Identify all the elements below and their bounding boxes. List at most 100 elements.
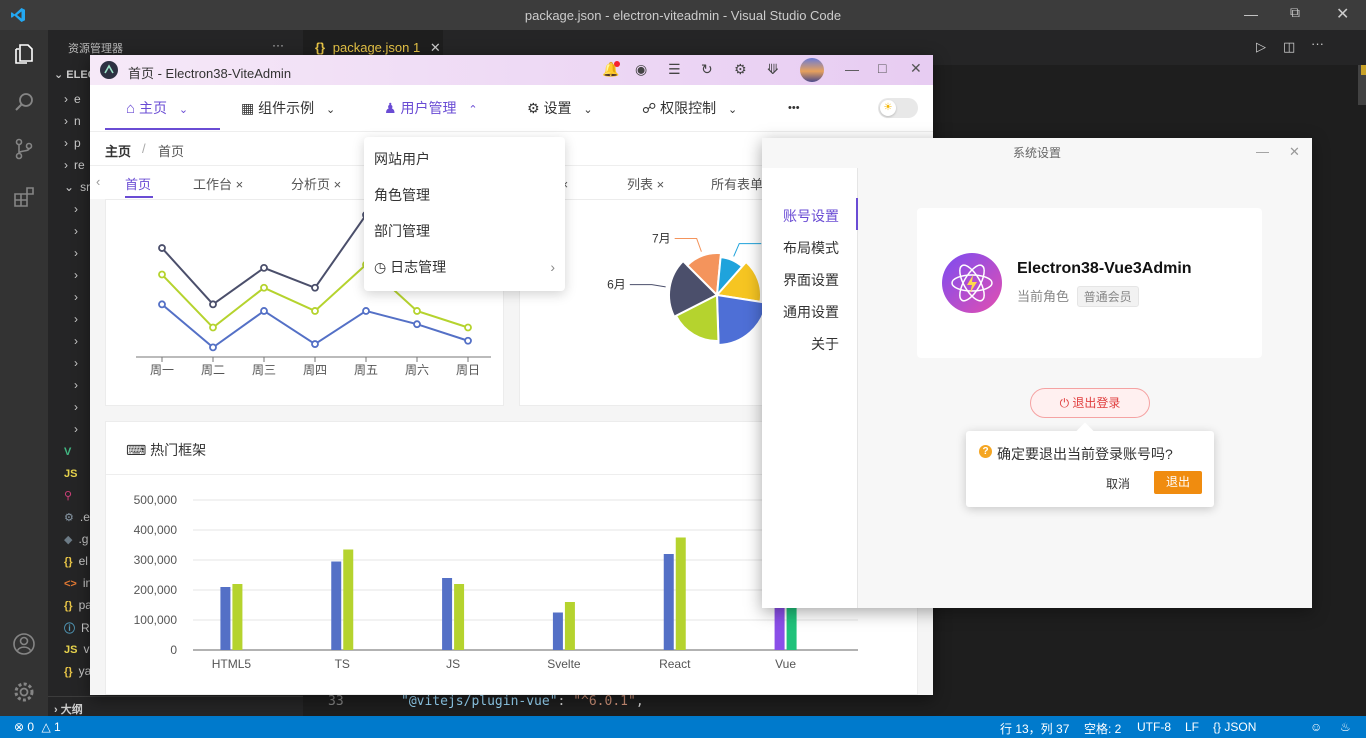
bar[interactable]: [663, 554, 674, 650]
run-icon[interactable]: ▷: [1256, 39, 1266, 55]
file-tree-item[interactable]: ›: [74, 422, 84, 436]
page-tab[interactable]: 工作台 ×: [193, 174, 243, 193]
file-tree-item[interactable]: JS vi: [64, 642, 92, 656]
settings-menu-about[interactable]: 关于: [811, 334, 839, 354]
cursor-position[interactable]: 行 13，列 37: [1000, 720, 1069, 737]
file-tree-item[interactable]: {} ya: [64, 664, 91, 678]
tab-close-icon[interactable]: ×: [653, 177, 665, 192]
indentation[interactable]: 空格: 2: [1084, 720, 1121, 737]
bar[interactable]: [552, 612, 563, 651]
line-point[interactable]: [362, 307, 370, 315]
bar[interactable]: [564, 602, 575, 650]
file-tree-item[interactable]: › p: [64, 136, 81, 150]
bar[interactable]: [675, 537, 686, 651]
editor-more-icon[interactable]: ···: [1311, 36, 1324, 51]
split-editor-icon[interactable]: ◫: [1283, 39, 1295, 55]
file-tree-item[interactable]: ›: [74, 312, 84, 326]
nav-components[interactable]: ▦ 组件示例 ⌄: [241, 85, 335, 131]
line-point[interactable]: [413, 320, 421, 329]
page-tab[interactable]: 分析页 ×: [291, 174, 341, 193]
settings-close-icon[interactable]: ✕: [1289, 144, 1300, 160]
page-tab[interactable]: 首页: [125, 174, 151, 193]
file-tree-item[interactable]: › n: [64, 114, 81, 128]
language-mode[interactable]: {} JSON: [1213, 720, 1256, 734]
settings-minimize-icon[interactable]: —: [1256, 144, 1269, 159]
problems-status[interactable]: ⊗ 0 △ 1: [14, 720, 61, 734]
refresh-icon[interactable]: ↻: [701, 61, 713, 78]
tab-close-icon[interactable]: ✕: [430, 40, 441, 55]
nav-more-icon[interactable]: •••: [788, 85, 800, 131]
explorer-files-icon[interactable]: [12, 42, 36, 66]
line-point[interactable]: [260, 307, 268, 315]
line-point[interactable]: [464, 336, 472, 345]
search-icon[interactable]: [12, 90, 36, 114]
globe-icon[interactable]: ◉: [635, 61, 647, 78]
restore-icon[interactable]: ⧉: [1290, 4, 1300, 21]
notifications-bell-icon[interactable]: ♨: [1340, 720, 1351, 734]
file-tree-item[interactable]: ›: [74, 334, 84, 348]
bar[interactable]: [442, 578, 453, 650]
bar[interactable]: [343, 549, 354, 651]
tab-close-icon[interactable]: ×: [330, 177, 342, 192]
outline-section[interactable]: › 大纲: [48, 696, 303, 716]
line-point[interactable]: [311, 283, 319, 292]
file-tree-item[interactable]: › re: [64, 158, 85, 172]
bar[interactable]: [331, 561, 342, 651]
confirm-cancel-button[interactable]: 取消: [1106, 475, 1130, 492]
settings-menu-account[interactable]: 账号设置: [783, 206, 839, 226]
file-tree-item[interactable]: ⚙ .e: [64, 510, 90, 524]
line-point[interactable]: [311, 307, 319, 315]
app-minimize-icon[interactable]: —: [845, 61, 859, 77]
menu-item-departments[interactable]: 部门管理: [374, 213, 430, 249]
file-tree-item[interactable]: ⌄ sr: [64, 180, 90, 194]
file-tree-item[interactable]: <> in: [64, 576, 92, 590]
line-point[interactable]: [464, 323, 472, 332]
tabs-scroll-left-icon[interactable]: ‹: [96, 174, 100, 189]
file-tree-item[interactable]: JS: [64, 466, 83, 480]
minimize-icon[interactable]: —: [1244, 6, 1258, 22]
nav-user-management[interactable]: ♟ 用户管理 ⌃: [384, 85, 478, 131]
extensions-icon[interactable]: [12, 185, 36, 209]
breadcrumb-home[interactable]: 主页: [105, 141, 131, 160]
app-maximize-icon[interactable]: □: [878, 60, 886, 76]
file-tree-item[interactable]: {} pa: [64, 598, 92, 612]
line-point[interactable]: [158, 244, 166, 252]
confirm-ok-button[interactable]: 退出: [1154, 471, 1202, 494]
close-icon[interactable]: ✕: [1336, 4, 1349, 24]
account-icon[interactable]: [12, 632, 36, 656]
nav-home[interactable]: ⌂ 主页 ⌄: [126, 85, 188, 131]
bar[interactable]: [232, 584, 243, 650]
file-tree-item[interactable]: ›: [74, 268, 84, 282]
file-tree-item[interactable]: {} el: [64, 554, 88, 568]
file-tree-item[interactable]: › e: [64, 92, 81, 106]
file-tree-item[interactable]: ›: [74, 246, 84, 260]
line-point[interactable]: [413, 307, 421, 315]
settings-menu-interface[interactable]: 界面设置: [783, 270, 839, 290]
line-point[interactable]: [260, 283, 268, 292]
source-control-icon[interactable]: [12, 137, 36, 161]
line-point[interactable]: [158, 300, 166, 309]
settings-gear-icon[interactable]: ⚙: [734, 61, 747, 78]
file-tree-item[interactable]: ◆ .g: [64, 532, 88, 546]
feedback-icon[interactable]: ☺: [1310, 720, 1322, 734]
pie-slice[interactable]: [716, 294, 768, 346]
nav-settings[interactable]: ⚙ 设置 ⌄: [527, 85, 593, 131]
file-tree-item[interactable]: ⚲: [64, 488, 78, 502]
theme-toggle[interactable]: ☀: [878, 98, 918, 118]
tab-close-icon[interactable]: ×: [232, 177, 244, 192]
eol[interactable]: LF: [1185, 720, 1199, 734]
encoding[interactable]: UTF-8: [1137, 720, 1171, 734]
bar[interactable]: [220, 587, 231, 650]
logout-button[interactable]: ⏻ 退出登录: [1030, 388, 1150, 418]
line-point[interactable]: [260, 264, 268, 272]
nav-permissions[interactable]: ☍ 权限控制 ⌄: [642, 85, 737, 131]
pin-icon[interactable]: ⟱: [767, 61, 779, 78]
app-close-icon[interactable]: ✕: [910, 60, 922, 77]
settings-menu-general[interactable]: 通用设置: [783, 302, 839, 322]
menu-item-roles[interactable]: 角色管理: [374, 177, 430, 213]
menu-item-logs[interactable]: ◷ 日志管理 ›: [374, 249, 555, 285]
file-tree-item[interactable]: V: [64, 444, 77, 458]
code-line[interactable]: "@vitejs/plugin-vue": "^6.0.1",: [401, 694, 644, 709]
line-point[interactable]: [158, 270, 166, 279]
file-tree-item[interactable]: ›: [74, 356, 84, 370]
